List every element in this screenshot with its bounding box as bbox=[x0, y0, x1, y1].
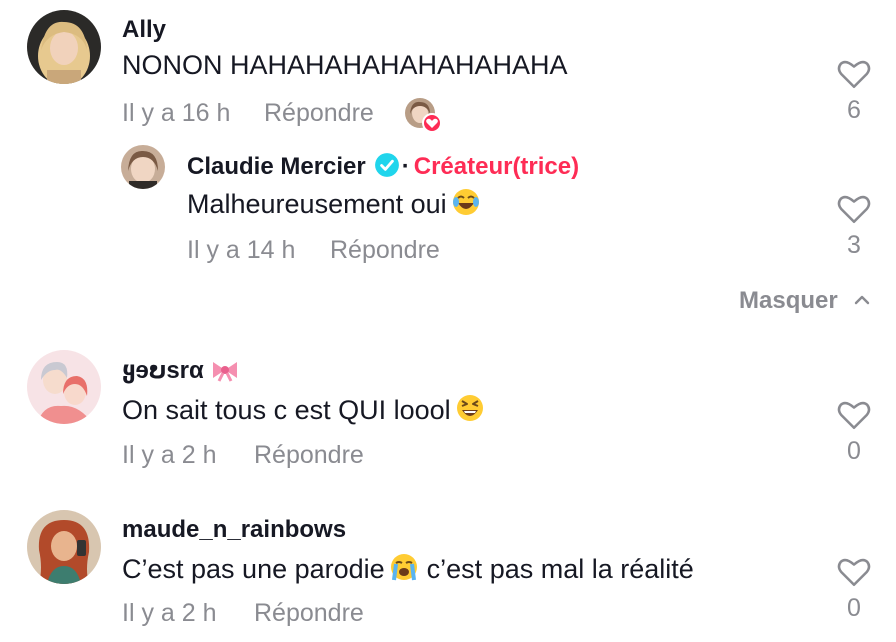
hide-replies-button[interactable]: Masquer bbox=[739, 287, 872, 315]
comment-body: On sait tous c est QUI loool bbox=[122, 395, 451, 425]
comment-text: On sait tous c est QUI loool bbox=[122, 393, 485, 426]
heart-outline-icon[interactable] bbox=[837, 556, 871, 588]
comment-text: NONON HAHAHAHAHAHAHAHAHA bbox=[122, 50, 568, 80]
heart-badge-icon bbox=[422, 113, 442, 133]
comment-text: C’est pas une parodie c’est pas mal la ré… bbox=[122, 552, 694, 585]
laughing-tears-emoji-icon bbox=[452, 189, 479, 215]
comment-username: ყɘບsrα bbox=[122, 356, 240, 385]
comment-username: Claudie Mercier · Créateur(trice) bbox=[187, 152, 579, 181]
creator-label: Créateur(trice) bbox=[413, 153, 580, 180]
like-count: 0 bbox=[847, 437, 861, 465]
heart-outline-icon[interactable] bbox=[837, 399, 871, 431]
heart-outline-icon[interactable] bbox=[837, 193, 871, 225]
like-control[interactable]: 6 bbox=[832, 58, 876, 125]
reply-button[interactable]: Répondre bbox=[254, 441, 364, 470]
comment-timestamp: Il y a 16 h bbox=[122, 99, 231, 127]
creator-separator: · bbox=[401, 153, 410, 180]
comment-username[interactable]: Ally bbox=[122, 16, 166, 44]
comment-timestamp: Il y a 2 h bbox=[122, 441, 217, 469]
like-count: 3 bbox=[847, 231, 861, 259]
comment-timestamp: Il y a 2 h bbox=[122, 599, 217, 627]
chevron-up-icon bbox=[855, 295, 870, 305]
reply-username[interactable]: Claudie Mercier bbox=[187, 153, 366, 180]
like-count: 0 bbox=[847, 594, 861, 622]
avatar-yousra[interactable] bbox=[27, 350, 101, 424]
comment-body-start: C’est pas une parodie bbox=[122, 554, 385, 584]
comment-username[interactable]: maude_n_rainbows bbox=[122, 516, 346, 544]
reply-button[interactable]: Répondre bbox=[264, 99, 374, 128]
hide-replies-label: Masquer bbox=[739, 287, 838, 314]
like-count: 6 bbox=[847, 96, 861, 124]
loudly-crying-emoji-icon bbox=[390, 554, 417, 581]
avatar-ally[interactable] bbox=[27, 10, 101, 84]
reply-text: Malheureusement oui bbox=[187, 189, 447, 219]
reply-button[interactable]: Répondre bbox=[254, 599, 364, 628]
ribbon-emoji-icon bbox=[212, 362, 237, 382]
grinning-squinting-emoji-icon bbox=[456, 395, 483, 421]
reply-button[interactable]: Répondre bbox=[330, 236, 440, 265]
avatar-maude[interactable] bbox=[27, 510, 101, 584]
avatar-claudie[interactable] bbox=[121, 145, 165, 189]
verified-badge-icon bbox=[374, 153, 399, 177]
comment-timestamp: Il y a 14 h bbox=[187, 236, 296, 264]
comment-body-end: c’est pas mal la réalité bbox=[426, 554, 694, 584]
like-control[interactable]: 3 bbox=[832, 193, 876, 260]
comment-text: Malheureusement oui bbox=[187, 187, 481, 220]
heart-outline-icon[interactable] bbox=[837, 58, 871, 90]
like-control[interactable]: 0 bbox=[832, 399, 876, 466]
username-text[interactable]: ყɘບsrα bbox=[122, 357, 204, 384]
like-control[interactable]: 0 bbox=[832, 556, 876, 623]
creator-liked-badge bbox=[405, 98, 443, 134]
